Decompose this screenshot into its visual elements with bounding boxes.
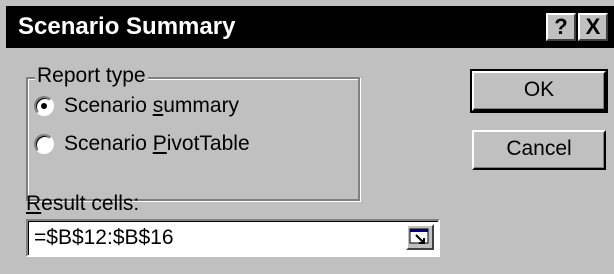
title-bar: Scenario Summary ? X <box>6 6 614 48</box>
ok-button[interactable]: OK <box>470 69 608 113</box>
help-button[interactable]: ? <box>546 13 576 41</box>
close-button[interactable]: X <box>578 13 608 41</box>
radio-scenario-summary-label: Scenario summary <box>64 94 240 117</box>
scenario-summary-dialog: Scenario Summary ? X Report type Scenari… <box>0 0 614 274</box>
radio-selected-icon[interactable] <box>34 96 54 116</box>
radio-scenario-pivottable-label: Scenario PivotTable <box>64 132 250 155</box>
result-cells-input[interactable]: =$B$12:$B$16 <box>26 219 440 257</box>
result-cells-label: Result cells: <box>26 192 140 215</box>
report-type-legend: Report type <box>35 64 148 88</box>
radio-scenario-pivottable[interactable]: Scenario PivotTable <box>34 128 250 160</box>
cancel-button[interactable]: Cancel <box>472 130 606 170</box>
collapse-dialog-icon[interactable] <box>406 224 434 250</box>
window-title: Scenario Summary <box>18 13 236 40</box>
radio-unselected-icon[interactable] <box>34 134 54 154</box>
radio-scenario-summary[interactable]: Scenario summary <box>34 90 239 122</box>
result-cells-value: =$B$12:$B$16 <box>34 226 174 249</box>
